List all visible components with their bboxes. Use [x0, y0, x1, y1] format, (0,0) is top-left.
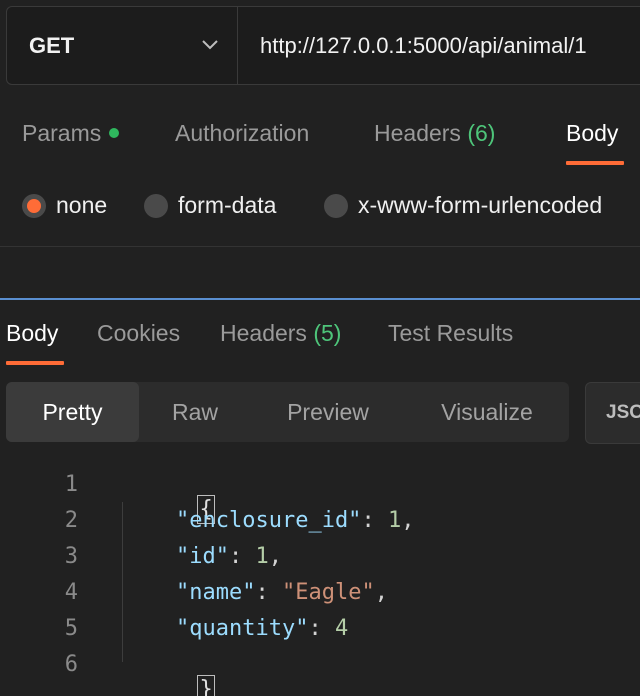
view-pretty[interactable]: Pretty — [6, 382, 139, 442]
response-tab-test-results-label: Test Results — [388, 320, 514, 346]
code-line: "quantity": 4 — [176, 616, 349, 641]
json-value: 4 — [334, 616, 349, 641]
format-select[interactable]: JSON — [585, 382, 640, 444]
line-number: 3 — [64, 544, 78, 569]
tab-body[interactable]: Body — [566, 120, 618, 147]
url-text: http://127.0.0.1:5000/api/animal/1 — [260, 32, 587, 58]
response-tab-body-underline — [6, 361, 64, 365]
method-label: GET — [29, 32, 75, 58]
method-select[interactable]: GET — [7, 7, 238, 84]
view-preview-label: Preview — [287, 398, 369, 425]
json-value: 1 — [255, 544, 269, 569]
line-number: 1 — [64, 472, 78, 497]
tab-headers[interactable]: Headers (6) — [374, 120, 495, 147]
radio-none[interactable]: none — [22, 192, 107, 219]
json-value: 1 — [387, 508, 402, 533]
url-input[interactable]: http://127.0.0.1:5000/api/animal/1 — [238, 7, 640, 84]
tab-body-label: Body — [566, 120, 619, 146]
view-raw[interactable]: Raw — [139, 382, 251, 442]
response-tab-headers-count: (5) — [313, 320, 342, 346]
response-tab-cookies[interactable]: Cookies — [97, 320, 180, 347]
view-pretty-label: Pretty — [42, 398, 103, 425]
format-label: JSON — [606, 402, 640, 423]
json-value: "Eagle" — [281, 580, 375, 605]
view-raw-label: Raw — [171, 398, 218, 425]
view-preview[interactable]: Preview — [251, 382, 405, 442]
chevron-down-icon — [202, 40, 218, 50]
tab-body-underline — [566, 161, 624, 165]
radio-none-label: none — [56, 192, 108, 218]
response-tab-headers-label: Headers — [220, 320, 307, 346]
request-bar: GET http://127.0.0.1:5000/api/animal/1 — [6, 6, 640, 85]
response-tab-body[interactable]: Body — [6, 320, 58, 347]
response-tab-test-results[interactable]: Test Results — [388, 320, 513, 347]
green-dot-icon — [109, 127, 120, 138]
json-key: "name" — [176, 580, 256, 605]
radio-form-data-label: form-data — [178, 192, 277, 218]
code-line: "id": 1, — [176, 544, 282, 569]
tab-authorization[interactable]: Authorization — [175, 120, 309, 147]
tab-headers-label: Headers — [374, 120, 461, 146]
view-mode-selector: Pretty Raw Preview Visualize — [6, 382, 569, 442]
body-type-radios: none form-data x-www-form-urlencoded — [0, 184, 640, 228]
request-tabs: Params Authorization Headers (6) Body — [0, 110, 640, 166]
response-tab-body-label: Body — [6, 320, 59, 346]
api-client-window: GET http://127.0.0.1:5000/api/animal/1 P… — [0, 0, 640, 696]
response-tab-headers[interactable]: Headers (5) — [220, 320, 341, 347]
json-key: "quantity" — [176, 616, 309, 641]
code-line: "enclosure_id": 1, — [176, 508, 415, 533]
line-number: 2 — [64, 508, 78, 533]
line-number: 5 — [64, 616, 78, 641]
line-number: 6 — [64, 652, 78, 677]
radio-unselected-icon — [324, 193, 348, 218]
radio-urlencoded-label: x-www-form-urlencoded — [358, 192, 603, 218]
radio-urlencoded[interactable]: x-www-form-urlencoded — [324, 192, 602, 219]
tab-headers-count: (6) — [467, 120, 496, 146]
radio-unselected-icon — [144, 193, 168, 218]
json-key: "enclosure_id" — [176, 508, 362, 533]
json-key: "id" — [176, 544, 229, 569]
view-visualize[interactable]: Visualize — [405, 382, 569, 442]
divider — [0, 246, 640, 247]
view-visualize-label: Visualize — [441, 398, 533, 425]
tab-authorization-label: Authorization — [175, 120, 310, 146]
code-line: } — [120, 652, 215, 696]
pane-splitter[interactable] — [0, 298, 640, 300]
tab-params[interactable]: Params — [22, 120, 120, 147]
radio-form-data[interactable]: form-data — [144, 192, 276, 219]
response-tabs: Body Cookies Headers (5) Test Results — [0, 312, 640, 368]
line-number: 4 — [64, 580, 78, 605]
response-body-viewer[interactable]: 1 2 3 4 5 6 { "enclosure_id": 1, "id": 1… — [0, 466, 640, 696]
code-line: "name": "Eagle", — [176, 580, 388, 605]
tab-params-label: Params — [22, 120, 102, 146]
close-brace: } — [197, 675, 215, 696]
response-tab-cookies-label: Cookies — [97, 320, 181, 346]
radio-selected-icon — [22, 193, 46, 218]
